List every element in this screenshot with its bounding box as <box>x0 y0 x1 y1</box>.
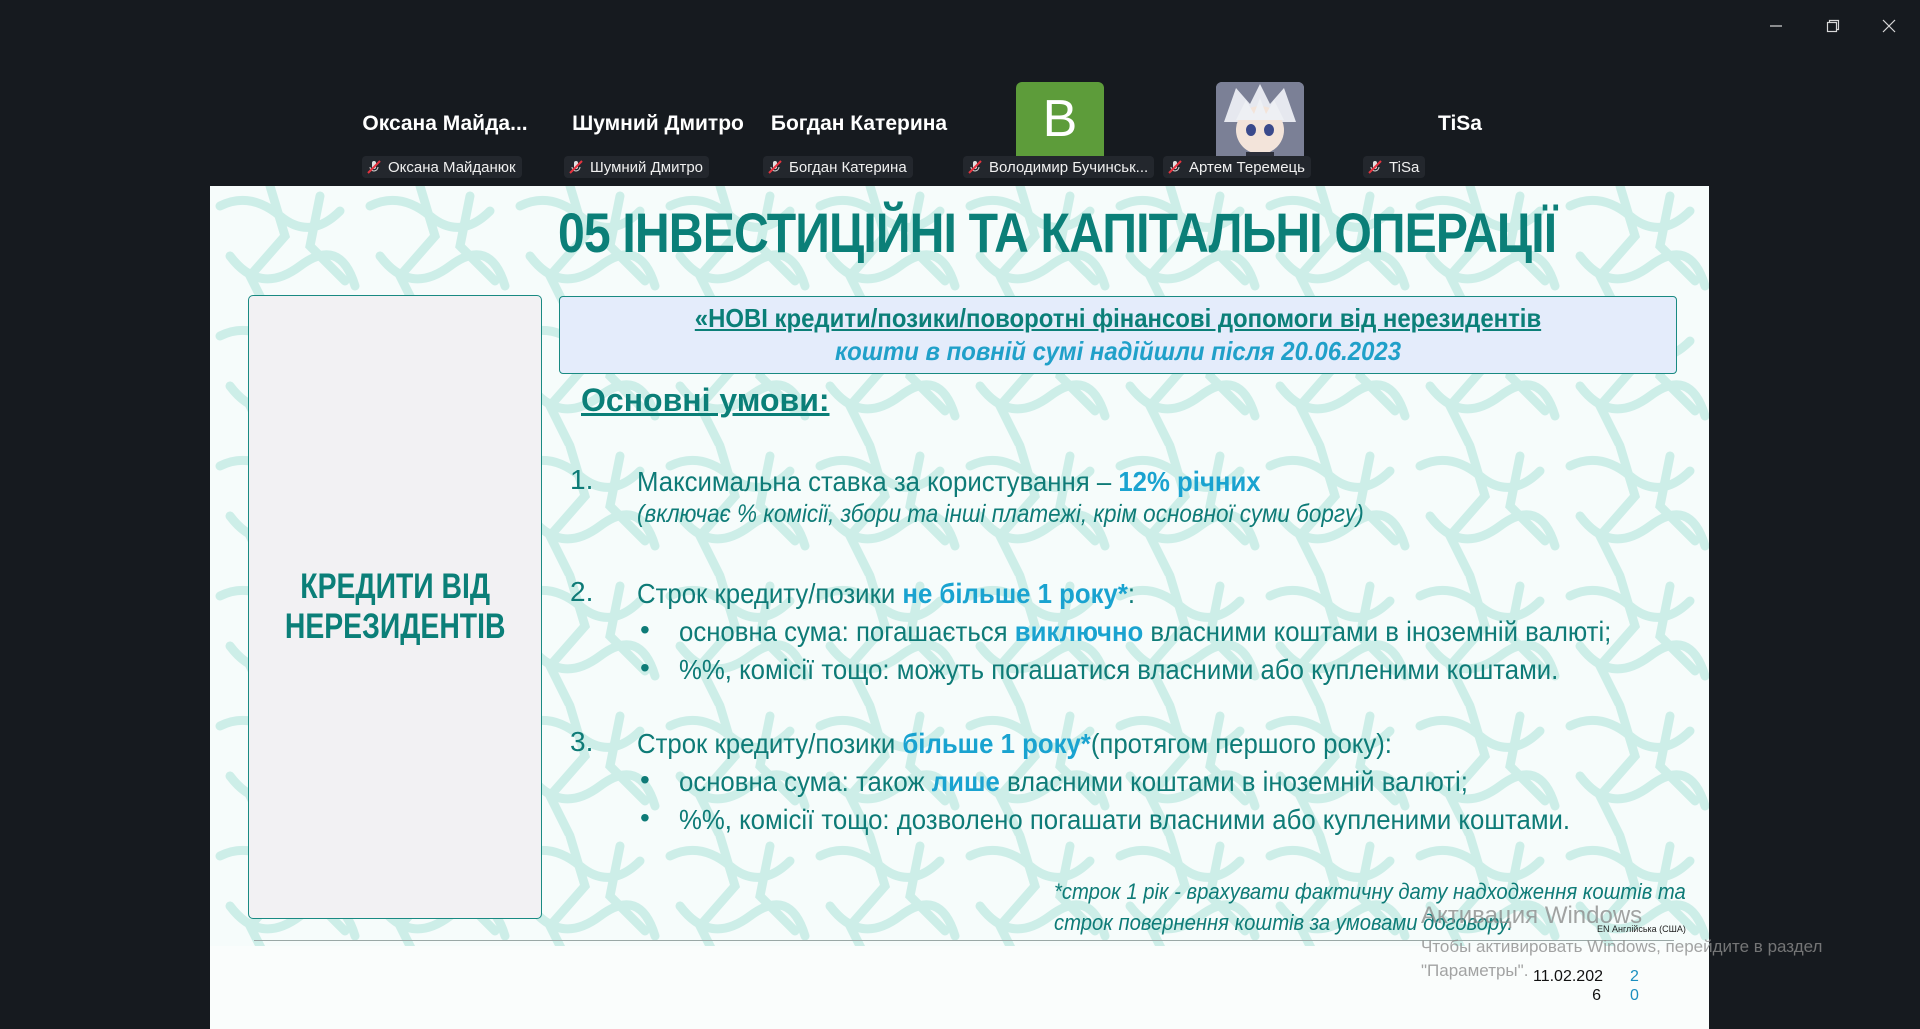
restore-button[interactable] <box>1810 8 1856 44</box>
bullet: • <box>640 614 650 645</box>
participant-tag-label: Оксана Майданюк <box>388 158 516 176</box>
side-label-box: КРЕДИТИ ВІД НЕРЕЗИДЕНТІВ <box>248 295 542 919</box>
condition-note: (включає % комісії, збори та інші платеж… <box>637 500 1364 528</box>
bullet-line: %%, комісії тощо: можуть погашатися влас… <box>679 654 1559 685</box>
date-line: 11.02.202 <box>1533 968 1603 985</box>
bullet-highlight: виключно <box>1014 616 1144 647</box>
condition-line: Максимальна ставка за користування – 12%… <box>637 466 1261 498</box>
bullet-text: основна сума: також <box>679 766 932 797</box>
slide-number: 2 0 <box>1630 967 1650 1005</box>
participant-tag-label: Володимир Бучинськ... <box>989 158 1149 176</box>
bullet: • <box>640 802 650 833</box>
bullet-line: основна сума: також лише власними коштам… <box>679 766 1468 798</box>
participant-tile[interactable]: TiSa TiSa <box>1360 82 1560 178</box>
footnote-line: *строк 1 рік - врахувати фактичну дату н… <box>1054 879 1686 904</box>
mic-muted-icon <box>569 160 583 174</box>
condition-text: Строк кредиту/позики <box>637 578 903 609</box>
bullet-text: основна сума: погашається <box>679 616 1015 647</box>
slide-date: 11.02.202 6 <box>1533 967 1603 1005</box>
avatar: B <box>1016 82 1104 156</box>
side-label-line: НЕРЕЗИДЕНТІВ <box>284 607 506 646</box>
participant-tag-label: Богдан Катерина <box>789 158 907 176</box>
participant-tag: TiSa <box>1363 156 1426 178</box>
minimize-icon <box>1770 25 1782 27</box>
minimize-button[interactable] <box>1753 8 1799 44</box>
participant-tag: Артем Теремець <box>1163 156 1311 178</box>
bullet-text: власними коштами в іноземній валюті; <box>1143 616 1612 647</box>
close-button[interactable] <box>1866 8 1912 44</box>
date-line: 6 <box>1592 987 1601 1004</box>
mic-muted-icon <box>1168 160 1182 174</box>
participant-tile[interactable]: Богдан Катерина Богдан Катерина <box>759 82 959 178</box>
banner-heading: «НОВІ кредити/позики/поворотні фінансові… <box>694 303 1542 333</box>
condition-text: Строк кредиту/позики <box>637 728 903 759</box>
participant-tag: Володимир Бучинськ... <box>963 156 1155 178</box>
participant-tag-label: TiSa <box>1389 158 1420 176</box>
item-number: 3. <box>570 726 594 757</box>
bullet: • <box>640 764 650 795</box>
side-label-line: КРЕДИТИ ВІД <box>300 567 490 606</box>
restore-icon <box>1826 19 1840 33</box>
participant-tag: Богдан Катерина <box>763 156 913 178</box>
participant-tag: Шумний Дмитро <box>564 156 710 178</box>
participant-tile[interactable]: B Володимир Бучинськ... <box>959 82 1159 178</box>
participant-name: Богдан Катерина <box>770 112 948 135</box>
participant-name: Шумний Дмитро <box>572 112 744 135</box>
avatar <box>1216 82 1304 156</box>
condition-line: Строк кредиту/позики не більше 1 року*: <box>637 578 1135 610</box>
participant-tile[interactable]: Артем Теремець <box>1159 82 1359 178</box>
condition-highlight: більше 1 року* <box>902 728 1091 759</box>
participant-tag-label: Шумний Дмитро <box>590 158 704 176</box>
mic-muted-icon <box>367 160 381 174</box>
mic-muted-icon <box>1368 160 1382 174</box>
participant-name: Оксана Майда... <box>362 112 528 135</box>
participant-tag-label: Артем Теремець <box>1189 158 1305 176</box>
close-icon <box>1882 19 1896 33</box>
participant-name: TiSa <box>1438 112 1482 135</box>
activation-text: "Параметры". <box>1421 961 1529 980</box>
item-number: 2. <box>570 576 594 607</box>
mic-muted-icon <box>968 160 982 174</box>
language-indicator: EN Англійська (США) <box>1597 924 1686 934</box>
bullet-line: %%, комісії тощо: дозволено погашати вла… <box>679 804 1571 835</box>
condition-text: Максимальна ставка за користування – <box>637 466 1119 497</box>
condition-text: (протягом першого року): <box>1090 728 1392 759</box>
bullet-highlight: лише <box>931 766 1000 797</box>
participant-tag: Оксана Майданюк <box>362 156 522 178</box>
participant-tile[interactable]: Шумний Дмитро Шумний Дмитро <box>558 82 758 178</box>
page-digit: 2 <box>1630 968 1639 985</box>
item-number: 1. <box>570 464 594 495</box>
page-digit: 0 <box>1630 987 1639 1004</box>
info-banner: «НОВІ кредити/позики/поворотні фінансові… <box>559 296 1677 374</box>
condition-highlight: 12% річних <box>1118 466 1261 497</box>
participant-tile[interactable]: Оксана Майда... Оксана Майданюк <box>345 82 545 178</box>
slide-title: 05 ІНВЕСТИЦІЙНІ ТА КАПІТАЛЬНІ ОПЕРАЦІЇ <box>558 201 1557 264</box>
condition-highlight: не більше 1 року* <box>902 578 1128 609</box>
conditions-heading: Основні умови: <box>581 382 830 418</box>
bullet-line: основна сума: погашається виключно власн… <box>679 616 1611 648</box>
condition-text: : <box>1127 578 1136 609</box>
condition-line: Строк кредиту/позики більше 1 року*(прот… <box>637 728 1392 760</box>
activation-text: Чтобы активировать Windows, перейдите в … <box>1421 937 1823 956</box>
banner-subheading: кошти в повній сумі надійшли після 20.06… <box>834 336 1402 366</box>
bullet: • <box>640 652 650 683</box>
anime-avatar-icon <box>1216 82 1304 156</box>
mic-muted-icon <box>768 160 782 174</box>
bullet-text: власними коштами в іноземній валюті; <box>999 766 1468 797</box>
